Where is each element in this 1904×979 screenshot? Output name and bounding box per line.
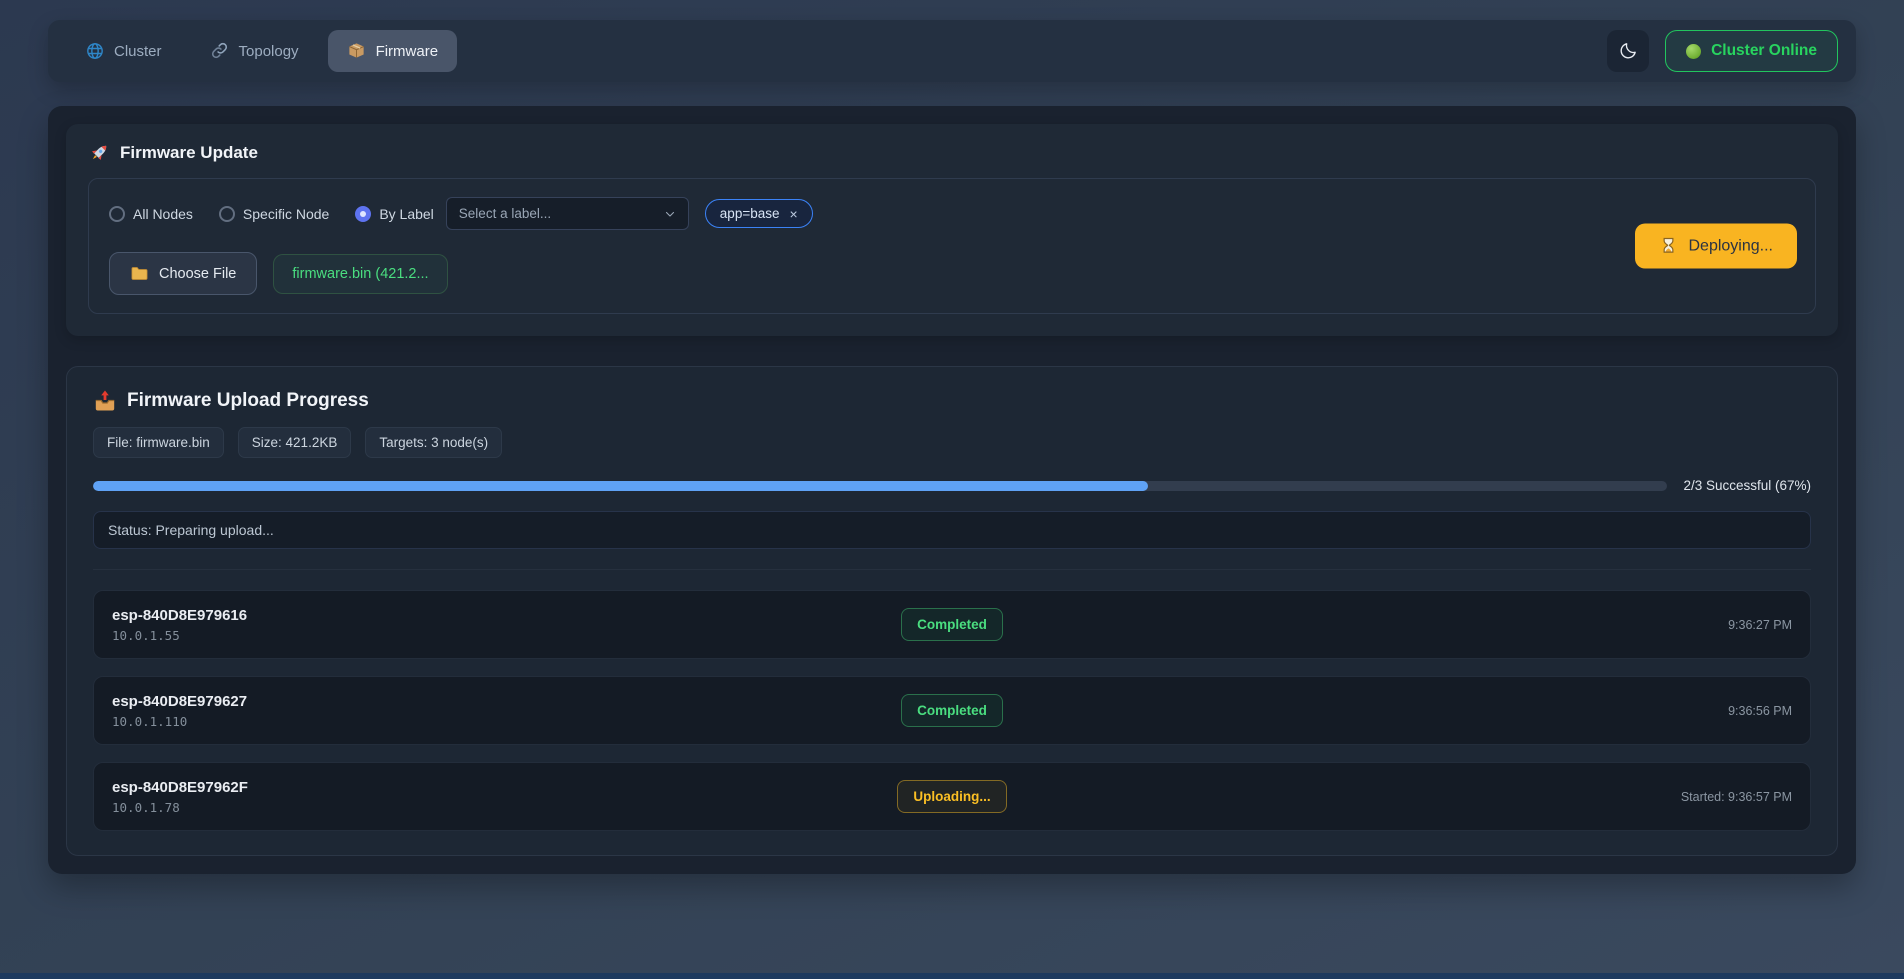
upload-status-text: Status: Preparing upload... [93, 511, 1811, 549]
node-status-badge: Completed [901, 608, 1003, 641]
node-status-badge: Uploading... [897, 780, 1006, 813]
tab-label: Firmware [376, 43, 439, 60]
moon-icon [1618, 41, 1638, 61]
progress-row: 2/3 Successful (67%) [93, 478, 1811, 493]
label-tag-chip[interactable]: app=base × [705, 199, 813, 228]
navbar: Cluster Topology Firmware Cluster Online [48, 20, 1856, 82]
node-row-esp-840d8e979627: esp-840D8E979627 10.0.1.110Completed 9:36:… [93, 676, 1811, 745]
upload-progress-title-text: Firmware Upload Progress [127, 390, 369, 412]
folder-icon [130, 264, 149, 283]
status-dot [1686, 44, 1701, 59]
radio-circle[interactable] [109, 206, 125, 222]
upload-tray-icon [93, 389, 117, 413]
radio-circle[interactable] [355, 206, 371, 222]
choose-file-label: Choose File [159, 266, 236, 282]
node-info: esp-840D8E979616 10.0.1.55 [112, 607, 901, 643]
node-status-badge: Completed [901, 694, 1003, 727]
node-ip: 10.0.1.55 [112, 628, 901, 643]
meta-badge: Targets: 3 node(s) [365, 427, 502, 458]
meta-badge: Size: 421.2KB [238, 427, 352, 458]
main-content: Firmware Update All Nodes Specific Node By… [48, 106, 1856, 874]
deploy-button-label: Deploying... [1689, 237, 1774, 255]
node-time: 9:36:27 PM [1728, 618, 1792, 632]
node-name: esp-840D8E979616 [112, 607, 901, 624]
node-name: esp-840D8E979627 [112, 693, 901, 710]
firmware-update-title: Firmware Update [88, 142, 1816, 164]
globe-icon [85, 41, 105, 61]
radio-by-label[interactable]: By Label [355, 206, 433, 222]
nav-right: Cluster Online [1607, 30, 1838, 72]
cluster-status-badge: Cluster Online [1665, 30, 1838, 72]
target-radio-group: All Nodes Specific Node By Label [109, 206, 434, 222]
page: Cluster Topology Firmware Cluster Online [0, 0, 1904, 874]
node-row-esp-840d8e979616: esp-840D8E979616 10.0.1.55Completed 9:36:2… [93, 590, 1811, 659]
meta-badge: File: firmware.bin [93, 427, 224, 458]
rocket-icon [88, 142, 110, 164]
selected-file-name: firmware.bin (421.2... [273, 254, 447, 294]
firmware-update-card: Firmware Update All Nodes Specific Node By… [66, 124, 1838, 336]
progress-bar [93, 481, 1667, 491]
node-ip: 10.0.1.110 [112, 714, 901, 729]
node-name: esp-840D8E97962F [112, 779, 897, 796]
upload-progress-title: Firmware Upload Progress [93, 389, 1811, 413]
cluster-status-label: Cluster Online [1711, 42, 1817, 60]
meta-badges: File: firmware.bin Size: 421.2KB Targets: … [93, 427, 1811, 458]
tab-topology[interactable]: Topology [191, 30, 318, 72]
radio-label: By Label [379, 206, 433, 222]
theme-toggle-button[interactable] [1607, 30, 1649, 72]
progress-label: 2/3 Successful (67%) [1683, 478, 1811, 493]
tab-label: Cluster [114, 43, 162, 60]
hourglass-icon [1659, 237, 1678, 256]
target-select-row: All Nodes Specific Node By Label Select a … [109, 197, 1795, 230]
node-row-esp-840d8e97962f: esp-840D8E97962F 10.0.1.78Uploading... Sta… [93, 762, 1811, 831]
bottom-bar [0, 973, 1904, 979]
node-info: esp-840D8E979627 10.0.1.110 [112, 693, 901, 729]
tab-label: Topology [239, 43, 299, 60]
radio-all-nodes[interactable]: All Nodes [109, 206, 193, 222]
choose-file-button[interactable]: Choose File [109, 252, 257, 295]
node-list: esp-840D8E97961610.0.1.55Completed9:36:2… [93, 590, 1811, 831]
deploy-form: All Nodes Specific Node By Label Select a … [88, 178, 1816, 314]
label-tag-text: app=base [720, 206, 780, 221]
radio-specific-node[interactable]: Specific Node [219, 206, 329, 222]
radio-circle[interactable] [219, 206, 235, 222]
deploy-button[interactable]: Deploying... [1635, 224, 1798, 269]
divider [93, 569, 1811, 570]
label-select-value: Select a label... [459, 206, 551, 221]
radio-label: Specific Node [243, 206, 329, 222]
link-icon [210, 41, 230, 61]
firmware-update-title-text: Firmware Update [120, 143, 258, 163]
upload-progress-card: Firmware Upload Progress File: firmware.… [66, 366, 1838, 856]
radio-label: All Nodes [133, 206, 193, 222]
package-icon [347, 41, 367, 61]
tab-firmware[interactable]: Firmware [328, 30, 458, 72]
node-ip: 10.0.1.78 [112, 800, 897, 815]
tab-cluster[interactable]: Cluster [66, 30, 181, 72]
node-time: Started: 9:36:57 PM [1681, 790, 1792, 804]
file-row: Choose File firmware.bin (421.2... [109, 252, 1795, 295]
close-icon[interactable]: × [789, 207, 797, 221]
node-info: esp-840D8E97962F 10.0.1.78 [112, 779, 897, 815]
progress-fill [93, 481, 1148, 491]
nav-tabs: Cluster Topology Firmware [66, 30, 457, 72]
label-select[interactable]: Select a label... [446, 197, 689, 230]
node-time: 9:36:56 PM [1728, 704, 1792, 718]
chevron-down-icon [664, 208, 676, 220]
